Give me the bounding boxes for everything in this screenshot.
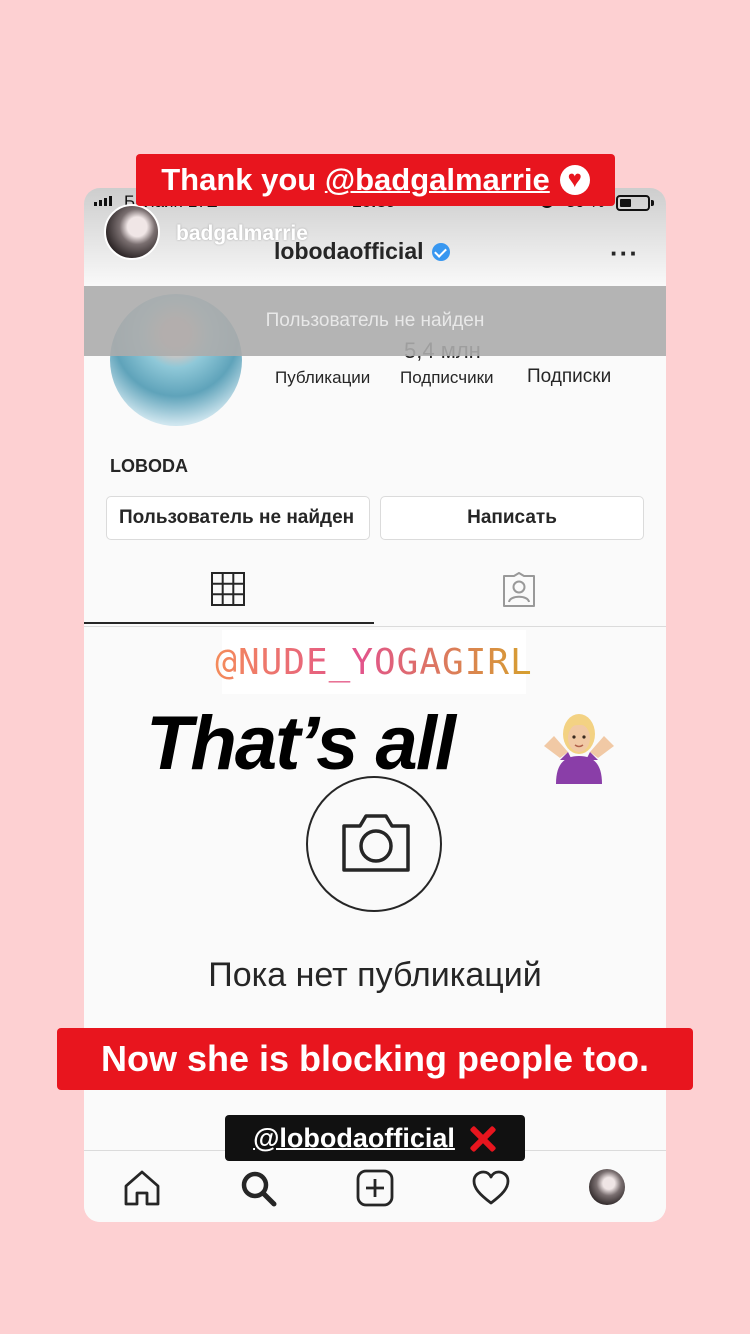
search-icon[interactable] bbox=[238, 1168, 278, 1208]
red-x-icon bbox=[467, 1123, 497, 1153]
grid-icon[interactable] bbox=[211, 572, 245, 606]
user-not-found-banner: Пользователь не найден bbox=[84, 286, 666, 356]
mention-sticker[interactable]: @lobodaofficial bbox=[225, 1115, 525, 1161]
more-options-icon[interactable]: ··· bbox=[610, 238, 639, 269]
thank-you-text: Thank you bbox=[161, 162, 317, 197]
battery-nub bbox=[651, 200, 654, 206]
home-icon[interactable] bbox=[122, 1168, 162, 1208]
signal-icon bbox=[94, 196, 112, 206]
shrug-emoji-icon bbox=[544, 714, 614, 784]
message-button[interactable]: Написать bbox=[380, 496, 644, 540]
profile-tab-avatar[interactable] bbox=[589, 1169, 625, 1205]
profile-handle-text: lobodaofficial bbox=[274, 238, 424, 264]
battery-icon bbox=[616, 195, 650, 211]
gif-sticker[interactable]: @NUDE_YOGAGIRL bbox=[215, 630, 532, 694]
no-posts-text: Пока нет публикаций bbox=[208, 956, 542, 994]
stat-label-posts[interactable]: Публикации bbox=[275, 368, 370, 388]
verified-badge-icon bbox=[431, 242, 450, 261]
heart-icon[interactable] bbox=[471, 1168, 511, 1208]
tagged-icon[interactable] bbox=[500, 572, 538, 608]
gif-sticker-text: @NUDE_YOGAGIRL bbox=[215, 641, 533, 683]
heart-emoji-icon: ♥ bbox=[559, 165, 590, 195]
profile-tabs bbox=[84, 558, 666, 627]
thats-all-headline: That’s all bbox=[146, 701, 456, 786]
mention-badgalmarrie[interactable]: @badgalmarrie bbox=[325, 162, 550, 198]
thank-you-sticker: Thank you @badgalmarrie ♥ bbox=[136, 154, 615, 206]
stat-label-followers[interactable]: Подписчики bbox=[400, 368, 494, 388]
mention-lobodaofficial[interactable]: @lobodaofficial bbox=[253, 1123, 455, 1154]
active-tab-indicator bbox=[84, 622, 374, 624]
user-not-found-button[interactable]: Пользователь не найден bbox=[106, 496, 370, 540]
camera-icon bbox=[342, 814, 410, 872]
profile-name: LOBODA bbox=[110, 456, 188, 476]
stat-label-following[interactable]: Подписки bbox=[527, 366, 611, 388]
blocking-caption-sticker: Now she is blocking people too. bbox=[57, 1028, 693, 1090]
profile-handle: lobodaofficial bbox=[274, 238, 450, 265]
story-user-avatar[interactable] bbox=[104, 204, 160, 260]
add-post-icon[interactable] bbox=[355, 1168, 395, 1208]
